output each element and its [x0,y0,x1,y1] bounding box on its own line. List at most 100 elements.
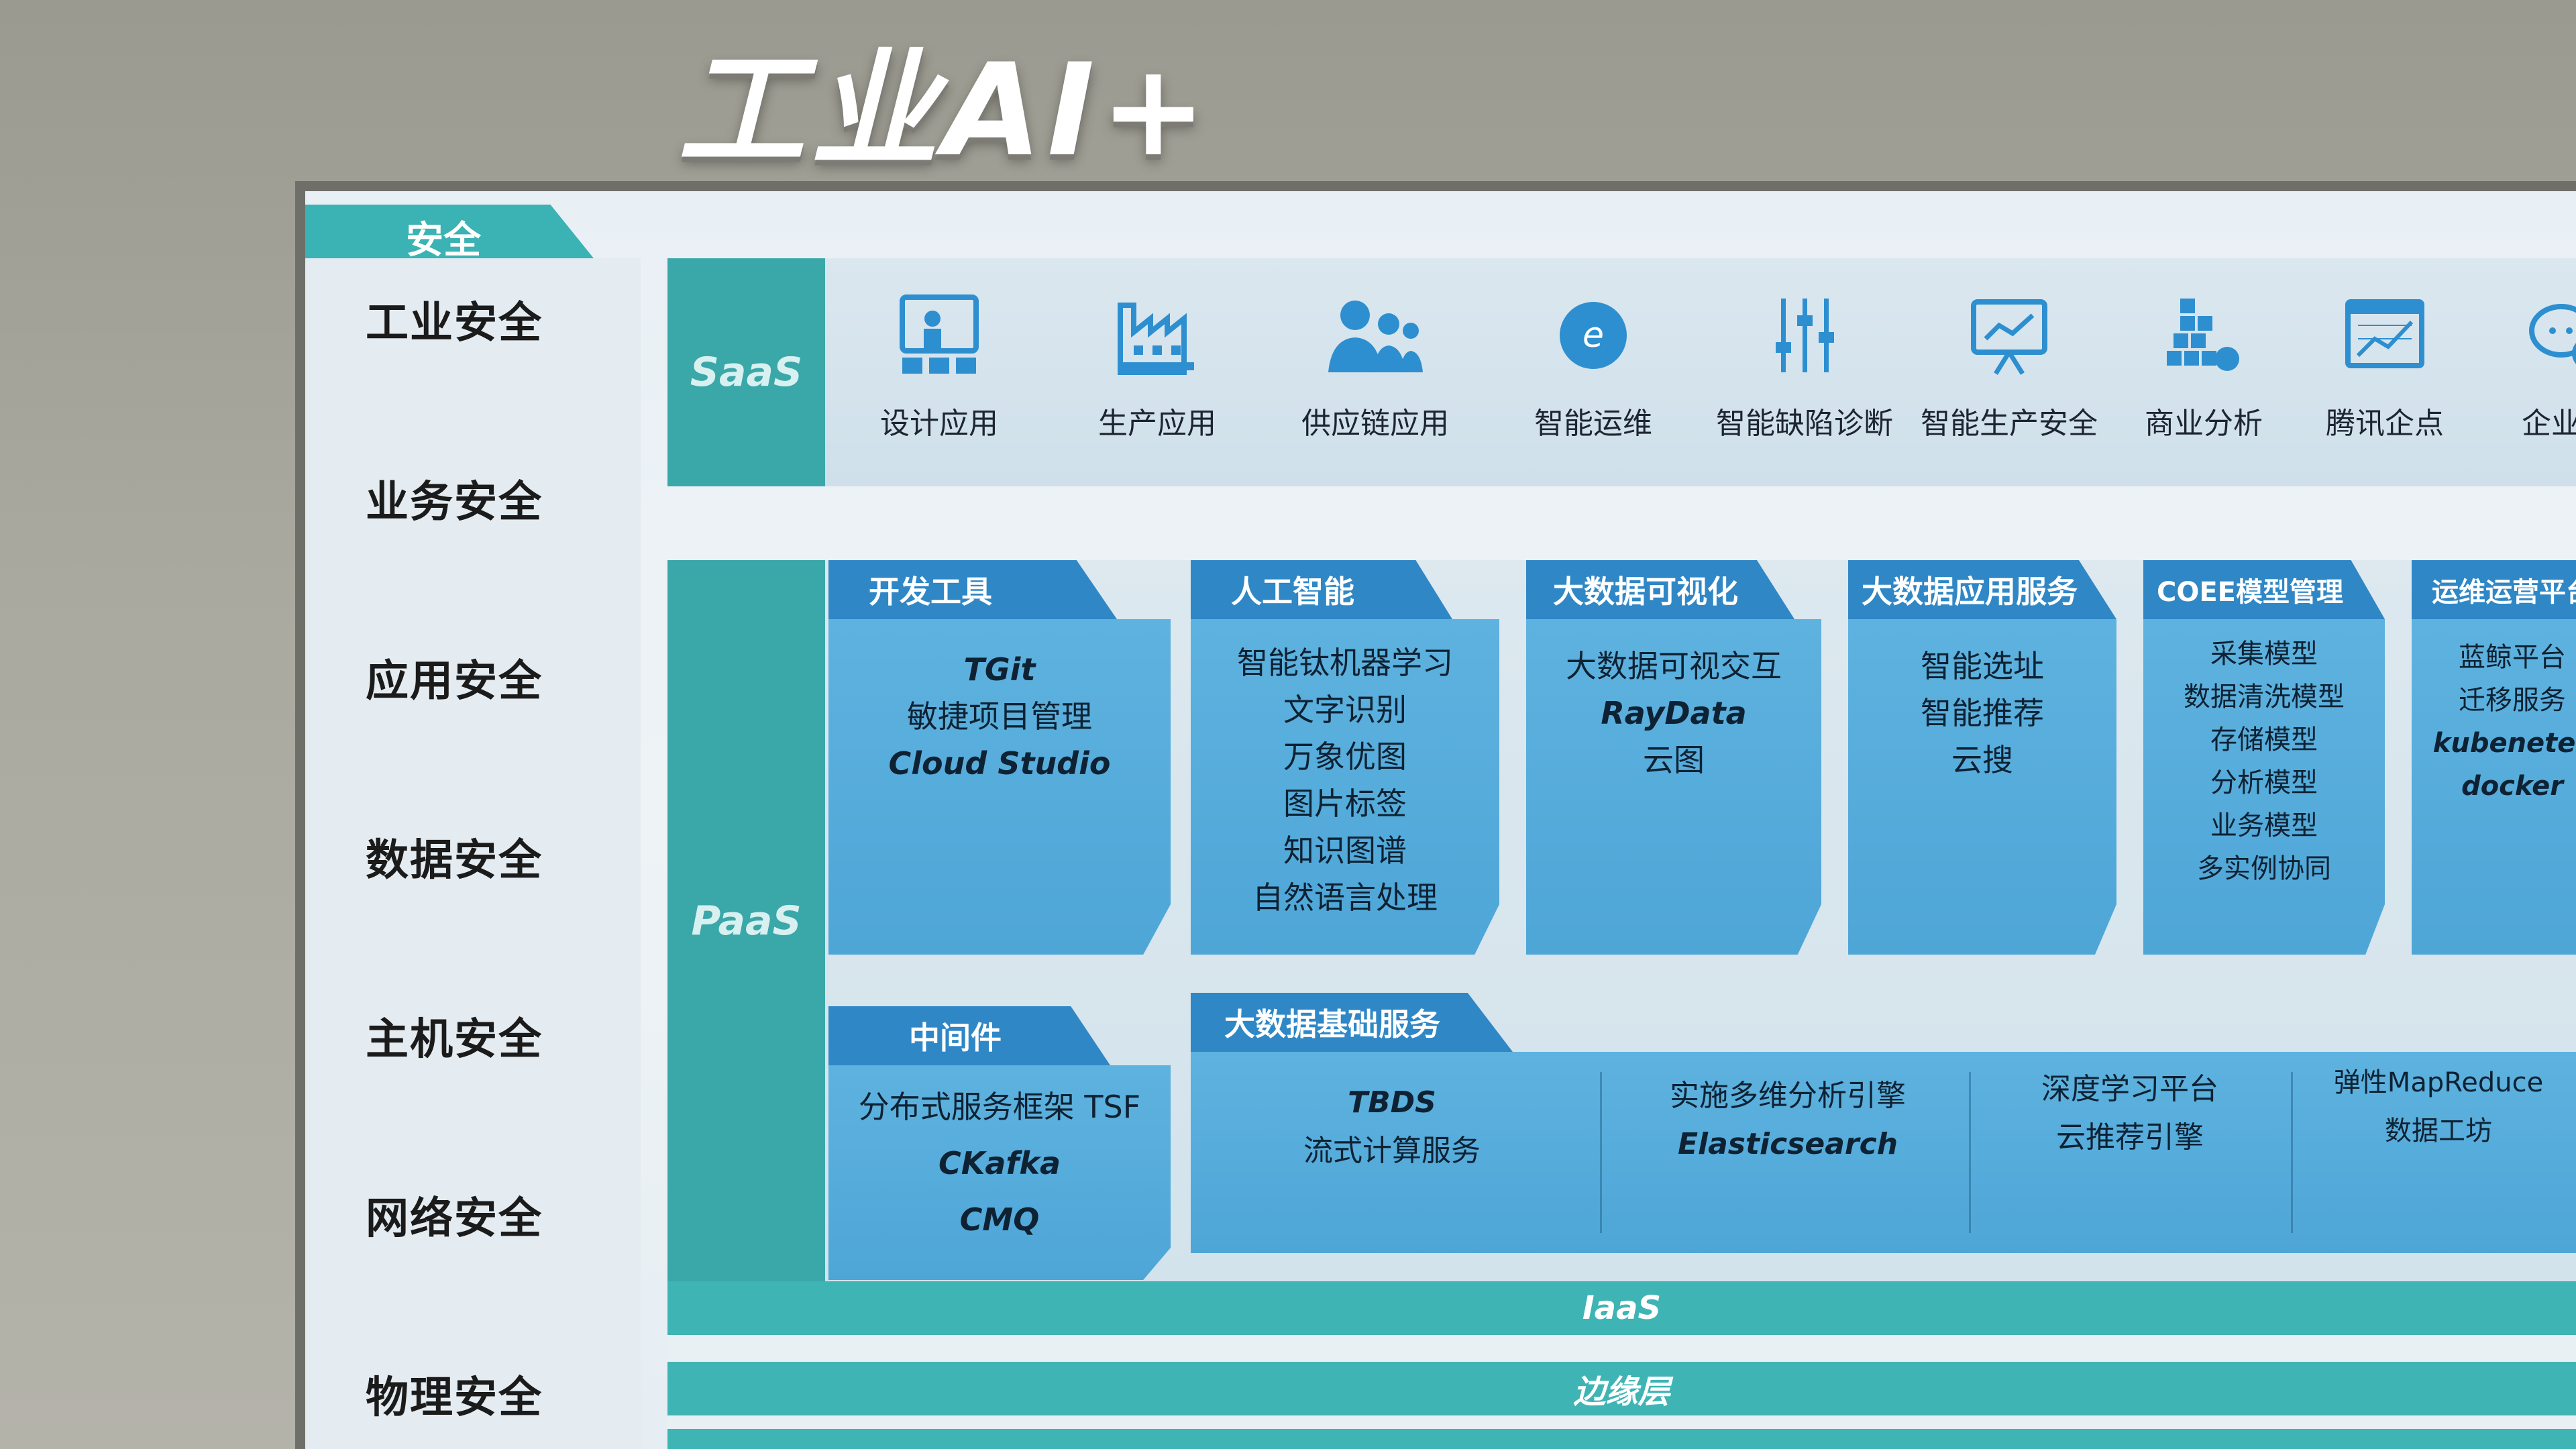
chat-bubbles-icon [2516,285,2576,386]
module-line: RayData [1601,695,1747,731]
group-divider [2291,1072,2293,1233]
group-line: 实施多维分析引擎 [1670,1079,1906,1113]
module-line: 敏捷项目管理 [907,698,1092,735]
saas-item-label: 商业分析 [2145,407,2263,441]
group-divider [1600,1072,1602,1233]
saas-item-label: 生产应用 [1098,407,1216,441]
edge-label: 边缘层 [1573,1373,1670,1411]
iaas-label: IaaS [1582,1289,1662,1327]
module-tab-bigdata-app: 大数据应用服务 [1848,560,2116,619]
svg-text:e: e [1582,315,1604,356]
iaas-layer: IaaS [667,1281,2576,1335]
saas-item-business-analysis[interactable]: 商业分析 [2103,285,2304,442]
saas-item-production[interactable]: 生产应用 [1057,285,1258,442]
bigdata-group: TBDS 流式计算服务 [1218,1079,1566,1175]
security-item-host: 主机安全 [366,1015,543,1065]
saas-item-intelligent-ops[interactable]: e 智能运维 [1493,285,1694,442]
group-line: 深度学习平台 [2041,1072,2218,1106]
group-line: 数据工坊 [2385,1116,2492,1146]
security-item-network: 网络安全 [366,1194,543,1244]
group-line: TBDS [1348,1085,1436,1120]
module-line: 智能钛机器学习 [1237,645,1453,681]
bigdata-group: 深度学习平台 云推荐引擎 [1989,1065,2271,1162]
group-divider [1969,1072,1971,1233]
bigdata-group: 弹性MapReduce 数据工坊 [2304,1059,2573,1155]
module-line: 迁移服务 [2459,685,2566,716]
module-line: 数据清洗模型 [2184,682,2345,712]
group-line: 弹性MapReduce [2333,1067,2544,1098]
module-tab-middleware: 中间件 [828,1006,1110,1065]
module-card-bigdata-app: 智能选址 智能推荐 云搜 [1848,619,2116,955]
module-card-dev-tools: TGit 敏捷项目管理 Cloud Studio [828,619,1171,955]
module-line: 知识图谱 [1283,833,1407,869]
security-item-industrial: 工业安全 [366,299,543,348]
module-line: 云图 [1643,742,1705,778]
factory-icon [1107,285,1208,386]
module-tab-bigdata-base: 大数据基础服务 [1191,993,1513,1052]
module-tab-ai: 人工智能 [1191,560,1452,619]
module-line: 自然语言处理 [1252,879,1438,916]
security-header: 安全 [305,205,594,258]
module-line: 图片标签 [1283,786,1407,822]
module-line: CMQ [959,1201,1040,1238]
module-line: 万象优图 [1283,739,1407,775]
group-line: Elasticsearch [1677,1127,1898,1161]
exhibit-title: 工业AI+ [678,36,1212,184]
group-line: 云推荐引擎 [2056,1120,2204,1155]
layer-gap [667,1415,2576,1429]
module-line: 云搜 [1951,742,2013,778]
module-line: 采集模型 [2210,639,2318,669]
saas-item-label: 企业微 [2522,407,2576,441]
saas-item-label: 智能缺陷诊断 [1716,407,1893,441]
module-line: docker [2461,771,2563,802]
saas-label: SaaS [667,258,825,486]
saas-layer: SaaS 设计应用 生产应用 供应链应用 e 智能运维 智能缺陷诊断 智能生产安… [667,258,2576,486]
saas-item-enterprise-wechat[interactable]: 企业微 [2465,285,2576,442]
module-line: kubenetes [2432,728,2576,759]
group-line: 流式计算服务 [1303,1134,1481,1168]
security-item-application: 应用安全 [366,657,543,706]
people-group-icon [1325,285,1426,386]
saas-item-label: 设计应用 [880,407,998,441]
saas-item-production-safety[interactable]: 智能生产安全 [1909,285,2110,442]
security-header-label: 安全 [406,219,481,262]
module-tab-dev-tools: 开发工具 [828,560,1117,619]
chart-board-icon [1959,285,2059,386]
module-tab-coee: COEE模型管理 [2143,560,2385,619]
module-card-middleware: 分布式服务框架 TSF CKafka CMQ [828,1065,1171,1280]
cubes-chart-icon [2153,285,2254,386]
module-card-ops-platform: 蓝鲸平台 迁移服务 kubenetes docker [2412,619,2576,955]
module-line: CKafka [938,1145,1061,1181]
e-circle-icon: e [1543,285,1644,386]
saas-item-label: 供应链应用 [1301,407,1449,441]
saas-item-supply-chain[interactable]: 供应链应用 [1275,285,1476,442]
module-line: 存储模型 [2210,724,2318,755]
line-chart-window-icon [2334,285,2435,386]
security-column: 工业安全 业务安全 应用安全 数据安全 主机安全 网络安全 物理安全 [305,258,641,1449]
module-line: 分布式服务框架 TSF [858,1089,1141,1125]
module-tab-ops-platform: 运维运营平台 [2412,560,2576,619]
paas-label: PaaS [667,560,825,1281]
saas-item-label: 智能生产安全 [1921,407,2098,441]
module-line: 智能推荐 [1921,695,2044,731]
saas-item-label: 智能运维 [1534,407,1652,441]
module-line: 大数据可视交互 [1566,648,1782,684]
saas-item-tencent-qidian[interactable]: 腾讯企点 [2284,285,2485,442]
module-line: 分析模型 [2210,767,2318,798]
bottom-layer-strip [667,1429,2576,1449]
module-card-ai: 智能钛机器学习 文字识别 万象优图 图片标签 知识图谱 自然语言处理 [1191,619,1499,955]
module-line: 智能选址 [1921,648,2044,684]
saas-item-label: 腾讯企点 [2326,407,2444,441]
saas-item-design[interactable]: 设计应用 [839,285,1040,442]
module-card-bigdata-visual: 大数据可视交互 RayData 云图 [1526,619,1821,955]
saas-item-defect-diagnosis[interactable]: 智能缺陷诊断 [1704,285,1905,442]
architecture-board: 安全 工业安全 业务安全 应用安全 数据安全 主机安全 网络安全 物理安全 Sa… [305,191,2576,1449]
paas-layer: PaaS 开发工具 TGit 敏捷项目管理 Cloud Studio 人工智能 … [667,560,2576,1281]
edge-layer: 边缘层 [667,1362,2576,1415]
module-line: TGit [963,651,1036,688]
module-card-bigdata-base: TBDS 流式计算服务 实施多维分析引擎 Elasticsearch 深度学习平… [1191,1052,2576,1253]
module-line: 蓝鲸平台 [2459,642,2566,673]
security-item-data: 数据安全 [366,836,543,885]
presentation-icon [889,285,989,386]
bigdata-group: 实施多维分析引擎 Elasticsearch [1620,1072,1955,1169]
